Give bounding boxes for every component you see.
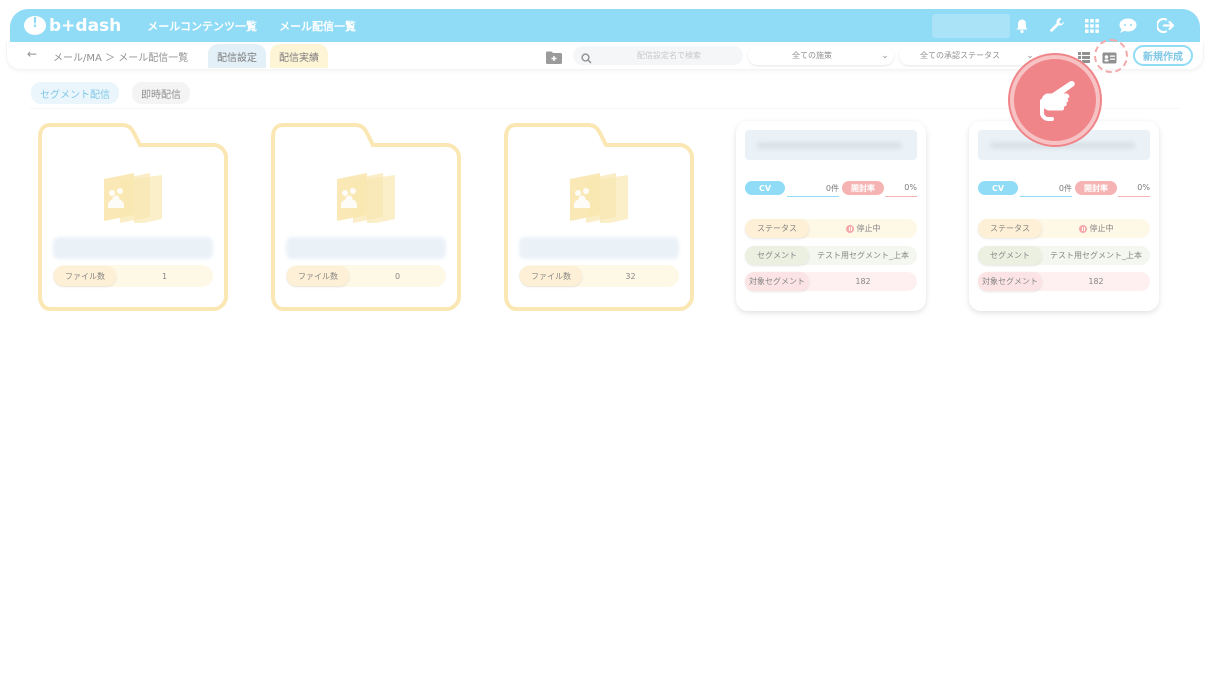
pointing-hand-icon bbox=[1040, 81, 1075, 121]
cv-value: 0件 bbox=[825, 184, 839, 193]
status-row: ステータス 停止中 bbox=[745, 219, 917, 238]
segment-label: セグメント bbox=[745, 246, 809, 265]
top-bar: b+dash メールコンテンツ一覧 メール配信一覧 bbox=[10, 9, 1200, 42]
breadcrumb: メール/MA ＞ メール配信一覧 bbox=[53, 53, 189, 64]
open-rate-underline bbox=[885, 196, 917, 197]
file-count-row: ファイル数 32 bbox=[519, 265, 679, 287]
folder-card[interactable]: ファイル数 0 bbox=[271, 123, 461, 311]
chevron-down-icon: ⌄ bbox=[881, 50, 889, 61]
status-filter-select[interactable]: 全ての承認ステータス ⌄ bbox=[899, 46, 1039, 65]
nav-mail-delivery[interactable]: メール配信一覧 bbox=[279, 18, 356, 34]
policy-filter-select[interactable]: 全ての施策 ⌄ bbox=[748, 46, 894, 65]
pause-icon bbox=[845, 224, 854, 233]
delivery-card[interactable]: CV 0件 開封率 0% ステータス 停止中 セグメント テスト用セグメント_上… bbox=[969, 121, 1159, 311]
people-group-icon bbox=[102, 171, 162, 227]
logo-bubble-icon bbox=[24, 16, 46, 35]
top-icons bbox=[1014, 9, 1176, 42]
tab-delivery-settings[interactable]: 配信設定 bbox=[208, 44, 266, 68]
target-segment-value: 182 bbox=[855, 277, 871, 286]
target-segment-row: 対象セグメント 182 bbox=[978, 272, 1150, 291]
policy-filter-value: 全ての施策 bbox=[792, 51, 832, 60]
tab-segment-delivery[interactable]: セグメント配信 bbox=[31, 82, 119, 104]
tab-instant-delivery[interactable]: 即時配信 bbox=[132, 82, 190, 104]
file-count-label: ファイル数 bbox=[520, 266, 582, 286]
people-group-icon bbox=[568, 171, 628, 227]
open-rate-label: 開封率 bbox=[842, 181, 884, 195]
status-value: 停止中 bbox=[1089, 224, 1114, 233]
metrics-row: CV 0件 開封率 0% bbox=[745, 181, 917, 197]
open-rate-value: 0% bbox=[1137, 183, 1150, 192]
folder-name-redacted bbox=[519, 237, 679, 259]
wrench-icon[interactable] bbox=[1049, 17, 1066, 34]
segment-row: セグメント テスト用セグメント_上本 bbox=[978, 246, 1150, 265]
nav-mail-contents[interactable]: メールコンテンツ一覧 bbox=[147, 18, 257, 34]
top-nav: メールコンテンツ一覧 メール配信一覧 bbox=[147, 18, 356, 34]
card-view-icon[interactable] bbox=[1102, 49, 1117, 68]
folder-add-icon[interactable] bbox=[546, 49, 562, 68]
people-group-icon bbox=[335, 171, 395, 227]
grid-icon[interactable] bbox=[1085, 18, 1099, 33]
file-count-value: 1 bbox=[161, 271, 168, 281]
cv-value: 0件 bbox=[1058, 184, 1072, 193]
segment-value: テスト用セグメント_上本 bbox=[817, 251, 909, 260]
tab-delivery-results[interactable]: 配信実績 bbox=[270, 44, 328, 68]
file-count-value: 32 bbox=[625, 271, 636, 281]
folder-card[interactable]: ファイル数 32 bbox=[504, 123, 694, 311]
file-count-row: ファイル数 0 bbox=[286, 265, 446, 287]
search-input[interactable] bbox=[599, 46, 739, 65]
delivery-title-redacted bbox=[745, 130, 917, 160]
status-filter-value: 全ての承認ステータス bbox=[920, 51, 1000, 60]
delivery-card[interactable]: CV 0件 開封率 0% ステータス 停止中 セグメント テスト用セグメント_上… bbox=[736, 121, 926, 311]
target-segment-row: 対象セグメント 182 bbox=[745, 272, 917, 291]
status-row: ステータス 停止中 bbox=[978, 219, 1150, 238]
folder-name-redacted bbox=[53, 237, 213, 259]
segment-value: テスト用セグメント_上本 bbox=[1050, 251, 1142, 260]
bell-icon[interactable] bbox=[1014, 18, 1030, 34]
cv-label: CV bbox=[978, 181, 1018, 195]
target-segment-label: 対象セグメント bbox=[978, 272, 1042, 291]
search-icon bbox=[581, 49, 592, 68]
open-rate-value: 0% bbox=[904, 183, 917, 192]
cv-underline bbox=[1020, 196, 1072, 197]
file-count-value: 0 bbox=[394, 271, 401, 281]
segment-label: セグメント bbox=[978, 246, 1042, 265]
cv-underline bbox=[787, 196, 839, 197]
segment-row: セグメント テスト用セグメント_上本 bbox=[745, 246, 917, 265]
folder-card[interactable]: ファイル数 1 bbox=[38, 123, 228, 311]
search-box bbox=[573, 46, 743, 65]
target-segment-value: 182 bbox=[1088, 277, 1104, 286]
cv-label: CV bbox=[745, 181, 785, 195]
back-arrow-icon[interactable]: ← bbox=[27, 47, 37, 61]
status-value: 停止中 bbox=[856, 224, 881, 233]
divider bbox=[30, 108, 1180, 109]
user-info[interactable] bbox=[932, 14, 1010, 38]
app-logo[interactable]: b+dash bbox=[24, 16, 121, 36]
open-rate-underline bbox=[1118, 196, 1150, 197]
file-count-label: ファイル数 bbox=[54, 266, 116, 286]
status-label: ステータス bbox=[978, 219, 1042, 238]
file-count-label: ファイル数 bbox=[287, 266, 349, 286]
file-count-row: ファイル数 1 bbox=[53, 265, 213, 287]
logout-icon[interactable] bbox=[1157, 17, 1176, 34]
metrics-row: CV 0件 開封率 0% bbox=[978, 181, 1150, 197]
logo-text: b+dash bbox=[49, 15, 122, 36]
pointer-hand-callout bbox=[1010, 55, 1100, 145]
pause-icon bbox=[1078, 224, 1087, 233]
chat-icon[interactable] bbox=[1118, 18, 1138, 34]
open-rate-label: 開封率 bbox=[1075, 181, 1117, 195]
status-label: ステータス bbox=[745, 219, 809, 238]
new-create-button[interactable]: 新規作成 bbox=[1133, 45, 1193, 66]
target-segment-label: 対象セグメント bbox=[745, 272, 809, 291]
folder-name-redacted bbox=[286, 237, 446, 259]
